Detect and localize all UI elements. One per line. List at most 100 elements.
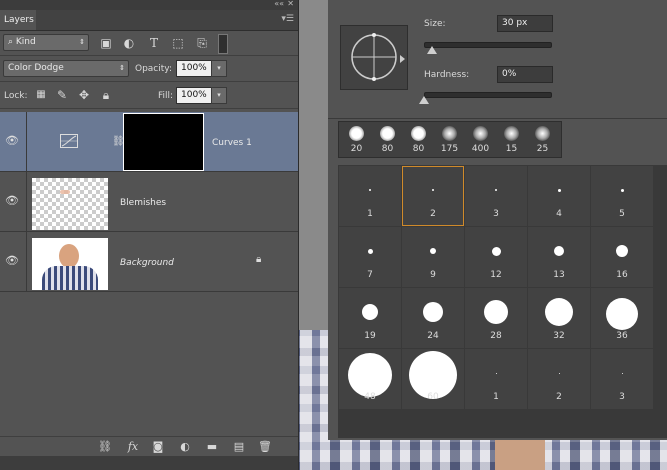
size-slider-knob[interactable] [426,46,437,54]
layer-divider [26,232,27,291]
recent-preset[interactable]: 80 [372,122,403,157]
brush-preset-cell[interactable]: 13 [528,227,590,287]
fill-input[interactable]: 100% [176,87,212,104]
layer-row-curves[interactable]: 👁︎ ⛓ Curves 1 [0,112,298,172]
brush-size-label: 60 [427,392,439,402]
filter-type-select[interactable]: ⌕ Kind ⇕ [3,34,89,51]
layer-name[interactable]: Curves 1 [212,138,252,148]
recent-preset[interactable]: 400 [465,122,496,157]
smart-object-filter-icon[interactable]: ⎘ [195,36,209,50]
adjustment-filter-icon[interactable]: ◐ [122,36,136,50]
brush-preset-cell[interactable]: 7 [339,227,401,287]
brush-size-label: 1 [493,392,499,402]
brush-preset-cell[interactable]: 3 [591,349,653,409]
type-filter-icon[interactable]: T [147,36,161,50]
adjustment-icon[interactable]: ◐ [178,440,192,454]
lock-label: Lock: [4,91,28,101]
brush-preset-cell[interactable]: 24 [402,288,464,348]
brush-preset-cell[interactable]: 19 [339,288,401,348]
blend-mode-value: Color Dodge [8,63,64,73]
recent-preset[interactable]: 80 [403,122,434,157]
lock-pixels-icon[interactable]: ✎ [55,88,69,102]
recent-preset[interactable]: 25 [527,122,558,157]
brush-preset-cell[interactable]: 16 [591,227,653,287]
chevron-updown-icon: ⇕ [79,38,85,46]
brush-preset-cell[interactable]: 3 [465,166,527,226]
image-filter-icon[interactable]: ▣ [99,36,113,50]
brush-tip-icon [554,246,564,256]
trash-icon[interactable]: 🗑︎ [258,440,272,454]
brush-tip-preview[interactable] [340,25,408,90]
layer-thumbnail[interactable] [32,178,108,230]
brush-preset-cell[interactable]: 36 [591,288,653,348]
mask-link-icon[interactable]: ⛓ [112,136,125,147]
layer-row-blemishes[interactable]: 👁︎ Blemishes [0,172,298,232]
size-slider-track[interactable] [424,42,552,48]
layer-name[interactable]: Background [120,258,174,268]
layer-row-background[interactable]: 👁︎ Background 🔒︎ [0,232,298,292]
filter-type-label: Kind [15,37,36,47]
brush-preset-cell[interactable]: 2 [402,166,464,226]
brush-preset-cell[interactable]: 48 [339,349,401,409]
brush-size-label: 3 [493,209,499,219]
layer-mask-thumbnail[interactable] [123,113,204,171]
brush-preset-picker: Size: 30 px Hardness: 0% 20 80 80 175 400 15 2… [328,0,667,440]
brush-tip-icon [616,245,628,257]
brush-preset-cell[interactable]: 32 [528,288,590,348]
brush-preset-cell[interactable]: 5 [591,166,653,226]
brush-preset-cell[interactable]: 28 [465,288,527,348]
portrait-head [59,244,79,268]
fill-label: Fill: [158,91,174,101]
brush-preset-cell[interactable]: 1 [339,166,401,226]
brush-tip-icon [367,248,373,254]
brush-tip-icon [473,126,488,141]
opacity-input[interactable]: 100% [176,60,212,77]
brush-size-label: 36 [616,331,628,341]
size-input[interactable]: 30 px [497,15,553,32]
brush-preset-cell[interactable]: 2 [528,349,590,409]
hardness-slider-knob[interactable] [419,96,429,104]
opacity-dropdown-button[interactable]: ▾ [211,60,227,77]
filter-row: ⌕ Kind ⇕ ▣ ◐ T ⬚ ⎘ [0,31,298,56]
brush-tip-icon [495,189,497,191]
fx-icon[interactable]: fx [126,440,140,454]
collapse-icon[interactable]: «« [274,0,284,8]
shape-filter-icon[interactable]: ⬚ [171,36,185,50]
link-icon[interactable]: ⛓ [98,440,112,454]
brush-size-label: 1 [367,209,373,219]
brush-preset-cell[interactable]: 9 [402,227,464,287]
hardness-slider-track[interactable] [424,92,552,98]
visibility-eye-icon[interactable]: 👁︎ [4,254,20,268]
visibility-eye-icon[interactable]: 👁︎ [4,134,20,148]
close-icon[interactable]: ✕ [287,0,294,8]
hardness-input[interactable]: 0% [497,66,553,83]
blend-mode-select[interactable]: Color Dodge ⇕ [3,60,129,77]
fill-dropdown-button[interactable]: ▾ [211,87,227,104]
lock-transparent-icon[interactable]: ▦ [34,88,48,102]
lock-position-icon[interactable]: ✥ [77,88,91,102]
brush-angle-icon [351,33,397,81]
recent-preset[interactable]: 15 [496,122,527,157]
layers-panel: «« ✕ Layers ▾☰ ⌕ Kind ⇕ ▣ ◐ T ⬚ ⎘ Color … [0,0,299,470]
brush-size-label: 5 [619,209,625,219]
recent-preset[interactable]: 175 [434,122,465,157]
tab-layers[interactable]: Layers [0,10,36,30]
brush-preset-cell[interactable]: 1 [465,349,527,409]
recent-preset[interactable]: 20 [341,122,372,157]
brush-size-label: 12 [490,270,502,280]
mask-icon[interactable]: ◙ [151,440,165,454]
layer-name[interactable]: Blemishes [120,198,166,208]
lock-all-icon[interactable]: 🔒︎ [99,88,113,102]
brush-preset-cell[interactable]: 4 [528,166,590,226]
visibility-eye-icon[interactable]: 👁︎ [4,194,20,208]
preset-size-label: 80 [381,144,394,154]
filter-toggle-icon[interactable] [218,34,228,54]
brush-preset-cell[interactable]: 12 [465,227,527,287]
new-layer-icon[interactable]: ▤ [232,440,246,454]
layer-thumbnail[interactable] [32,238,108,290]
brush-preset-grid: 1 2 3 4 5 7 9 12 13 16 19 24 28 32 36 48 60 1 2 3 [338,165,667,438]
folder-icon[interactable]: ▬ [205,440,219,454]
brush-preset-cell[interactable]: 60 [402,349,464,409]
brush-tip-icon [411,126,426,141]
panel-menu-icon[interactable]: ▾☰ [281,14,294,24]
